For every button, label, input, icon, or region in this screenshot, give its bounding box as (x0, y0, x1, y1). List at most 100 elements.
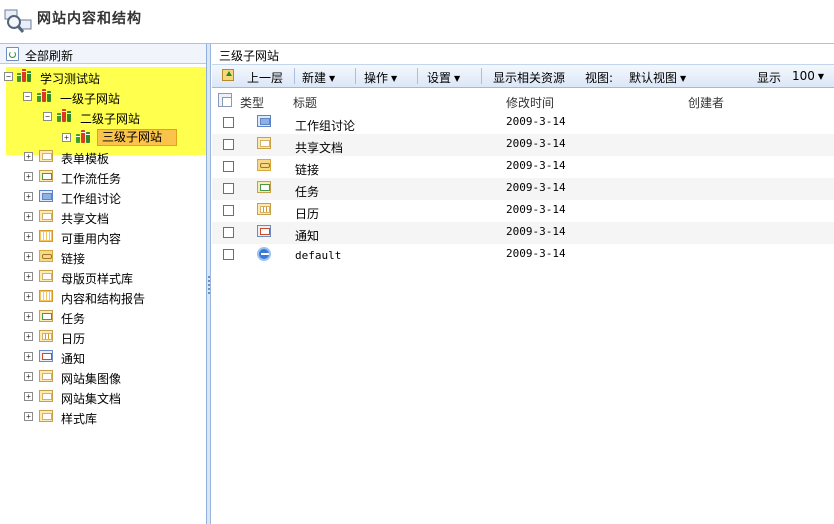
row-title-link[interactable]: 日历 (295, 205, 319, 222)
toolbar-separator (481, 68, 482, 84)
tree-library-item[interactable]: + 工作组讨论 (0, 188, 200, 206)
tree-library-item[interactable]: + 网站集文档 (0, 388, 200, 406)
show-related-button[interactable]: 显示相关资源 (493, 69, 565, 86)
discussion-icon (257, 115, 271, 127)
tree-node-level3[interactable]: + 三级子网站 (0, 129, 200, 147)
column-header-type[interactable]: 类型 (240, 94, 264, 111)
expand-toggle[interactable]: + (62, 133, 71, 142)
show-count-value: 100 (792, 69, 815, 83)
column-header-creator[interactable]: 创建者 (688, 94, 724, 111)
expand-toggle[interactable]: + (24, 372, 33, 381)
row-checkbox[interactable] (223, 117, 234, 128)
tree-library-item[interactable]: + 工作流任务 (0, 168, 200, 186)
link-list-icon (39, 250, 53, 262)
row-title-link[interactable]: default (295, 249, 341, 262)
expand-toggle[interactable]: + (24, 252, 33, 261)
toolbar-separator (355, 68, 356, 84)
list-row[interactable]: 任务 2009-3-14 (212, 178, 834, 200)
dropdown-arrow-icon: ▼ (329, 74, 336, 83)
tree-library-label: 表单模板 (61, 152, 110, 166)
list-row[interactable]: 链接 2009-3-14 (212, 156, 834, 178)
expand-toggle[interactable]: + (24, 152, 33, 161)
refresh-all-button[interactable]: 全部刷新 (0, 44, 206, 64)
tree-library-item[interactable]: + 任务 (0, 308, 200, 326)
row-title-link[interactable]: 工作组讨论 (295, 117, 355, 134)
site-icon (17, 69, 33, 83)
list-row[interactable]: 日历 2009-3-14 (212, 200, 834, 222)
view-selector[interactable]: 默认视图 ▼ (629, 69, 686, 86)
settings-menu-button[interactable]: 设置 ▼ (427, 69, 460, 86)
collapse-toggle[interactable]: − (23, 92, 32, 101)
tree-library-item[interactable]: + 通知 (0, 348, 200, 366)
expand-toggle[interactable]: + (24, 352, 33, 361)
select-all-icon[interactable] (218, 93, 232, 107)
row-title-link[interactable]: 任务 (295, 183, 319, 200)
tree-node-level2[interactable]: − 二级子网站 (0, 108, 200, 126)
site-icon (57, 109, 73, 123)
web-page-icon (257, 247, 271, 261)
up-level-icon[interactable] (222, 69, 234, 81)
tree-library-label: 链接 (61, 252, 86, 266)
breadcrumb-current: 三级子网站 (219, 49, 280, 63)
task-list-icon (39, 170, 53, 182)
collapse-toggle[interactable]: − (4, 72, 13, 81)
actions-menu-button[interactable]: 操作 ▼ (364, 69, 397, 86)
tree-node-root[interactable]: − 学习测试站 (0, 68, 200, 86)
tree-library-item[interactable]: + 样式库 (0, 408, 200, 426)
row-title-link[interactable]: 共享文档 (295, 139, 343, 156)
expand-toggle[interactable]: + (24, 172, 33, 181)
tree-node-label: 一级子网站 (60, 92, 121, 106)
expand-toggle[interactable]: + (24, 192, 33, 201)
row-title-link[interactable]: 通知 (295, 227, 319, 244)
expand-toggle[interactable]: + (24, 272, 33, 281)
document-library-icon (39, 210, 53, 222)
list-row[interactable]: default 2009-3-14 (212, 244, 834, 266)
expand-toggle[interactable]: + (24, 412, 33, 421)
splitter-grip-icon[interactable] (208, 276, 210, 294)
row-title-link[interactable]: 链接 (295, 161, 319, 178)
list-row[interactable]: 工作组讨论 2009-3-14 (212, 112, 834, 134)
dropdown-arrow-icon: ▼ (454, 74, 461, 83)
row-checkbox[interactable] (223, 249, 234, 260)
announcement-icon (39, 350, 53, 362)
tree-library-item[interactable]: + 可重用内容 (0, 228, 200, 246)
tree-library-label: 工作流任务 (61, 172, 122, 186)
expand-toggle[interactable]: + (24, 312, 33, 321)
list-row[interactable]: 通知 2009-3-14 (212, 222, 834, 244)
expand-toggle[interactable]: + (24, 332, 33, 341)
dropdown-arrow-icon: ▼ (680, 74, 687, 83)
up-level-button[interactable]: 上一层 (247, 69, 283, 86)
collapse-toggle[interactable]: − (43, 112, 52, 121)
expand-toggle[interactable]: + (24, 232, 33, 241)
tree-library-item[interactable]: + 母版页样式库 (0, 268, 200, 286)
row-checkbox[interactable] (223, 161, 234, 172)
refresh-all-label: 全部刷新 (25, 49, 74, 63)
new-menu-button[interactable]: 新建 ▼ (302, 69, 335, 86)
tree-library-label: 母版页样式库 (61, 272, 134, 286)
column-header-title[interactable]: 标题 (293, 94, 317, 111)
tree-library-item[interactable]: + 日历 (0, 328, 200, 346)
tree-library-item[interactable]: + 网站集图像 (0, 368, 200, 386)
actions-menu-label: 操作 (364, 71, 389, 85)
expand-toggle[interactable]: + (24, 212, 33, 221)
tree-library-item[interactable]: + 共享文档 (0, 208, 200, 226)
expand-toggle[interactable]: + (24, 392, 33, 401)
tree-library-item[interactable]: + 链接 (0, 248, 200, 266)
expand-toggle[interactable]: + (24, 292, 33, 301)
column-header-modified[interactable]: 修改时间 (506, 94, 554, 111)
toolbar: 上一层 新建 ▼ 操作 ▼ 设置 ▼ 显示相关资源 视图: 默认视图 ▼ 显示 100 ▼ (212, 65, 834, 88)
tree-library-item[interactable]: + 内容和结构报告 (0, 288, 200, 306)
show-count-selector[interactable]: 100 ▼ (792, 69, 824, 83)
tree-node-level1[interactable]: − 一级子网站 (0, 88, 200, 106)
row-checkbox[interactable] (223, 227, 234, 238)
tree-library-item[interactable]: + 表单模板 (0, 148, 200, 166)
content-pane: 三级子网站 上一层 新建 ▼ 操作 ▼ 设置 ▼ 显示相关资源 视图: 默认视图 ▼ 显… (212, 44, 834, 524)
link-list-icon (257, 159, 271, 171)
site-icon (37, 89, 53, 103)
refresh-icon (6, 47, 19, 61)
tree-library-label: 可重用内容 (61, 232, 122, 246)
list-row[interactable]: 共享文档 2009-3-14 (212, 134, 834, 156)
row-checkbox[interactable] (223, 139, 234, 150)
row-checkbox[interactable] (223, 183, 234, 194)
row-checkbox[interactable] (223, 205, 234, 216)
